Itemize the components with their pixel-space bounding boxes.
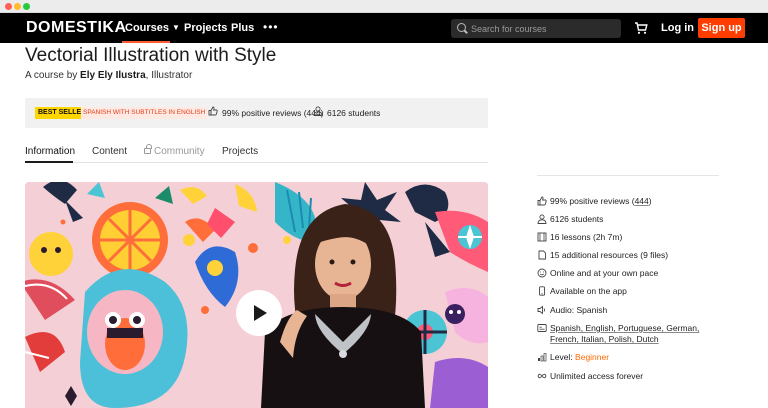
close-window-button[interactable] — [5, 3, 12, 10]
author-link[interactable]: Ely Ely Ilustra — [80, 70, 146, 81]
students-summary: 6126 students — [327, 108, 381, 118]
language-badge-label: SPANISH WITH SUBTITLES IN ENGLISH — [83, 109, 206, 116]
app-availability: Available on the app — [550, 286, 627, 296]
author-role: , Illustrator — [145, 70, 193, 81]
signup-button[interactable]: Sign up — [698, 18, 745, 38]
language-badge: SPANISH WITH SUBTITLES IN ENGLISH — [81, 107, 208, 119]
nav-active-indicator — [122, 41, 170, 43]
lessons-count: 16 lessons (2h 7m) — [550, 232, 623, 242]
nav-plus[interactable]: Plus — [231, 22, 254, 34]
tab-projects[interactable]: Projects — [222, 146, 258, 157]
course-info-bar: BEST SELLER SPANISH WITH SUBTITLES IN EN… — [25, 98, 488, 128]
students-count: 6126 students — [550, 214, 604, 224]
course-tabs: Information Content Community Projects — [25, 144, 488, 163]
course-byline: A course by Ely Ely Ilustra, Illustrator — [25, 70, 192, 81]
level-bars-icon — [538, 353, 547, 362]
top-navbar: DOMESTIKA Courses▼ Projects Plus ••• Log… — [0, 13, 768, 43]
reviews-summary: 99% positive reviews (444) — [222, 108, 324, 118]
thumbs-up-icon — [208, 106, 218, 116]
resources-count: 15 additional resources (9 files) — [550, 250, 669, 260]
domestika-logo[interactable]: DOMESTIKA — [26, 19, 127, 37]
file-icon — [538, 250, 546, 260]
user-icon — [313, 106, 323, 116]
minimize-window-button[interactable] — [14, 3, 21, 10]
play-button[interactable] — [236, 290, 282, 336]
tab-information[interactable]: Information — [25, 146, 75, 163]
search-input[interactable] — [471, 21, 616, 36]
maximize-window-button[interactable] — [23, 3, 30, 10]
reviews-suffix: ) — [648, 196, 652, 206]
level-value: Beginner — [575, 352, 610, 362]
level-prefix: Level: — [550, 352, 576, 362]
thumbs-up-icon — [537, 196, 547, 206]
cart-icon[interactable] — [634, 21, 648, 35]
search-icon — [457, 23, 466, 32]
chevron-down-icon: ▼ — [172, 23, 180, 32]
user-icon — [537, 214, 547, 224]
lock-icon — [144, 144, 152, 154]
subtitles-icon — [537, 324, 547, 332]
tab-community[interactable]: Community — [144, 144, 205, 157]
infinity-icon — [537, 373, 547, 379]
tab-community-label: Community — [154, 146, 205, 157]
online-pace: Online and at your own pace — [550, 268, 659, 278]
film-icon — [537, 232, 547, 242]
subtitle-languages-link[interactable]: Spanish, English, Portuguese, German, Fr… — [550, 323, 720, 345]
access-duration: Unlimited access forever — [550, 371, 644, 381]
course-video[interactable] — [25, 182, 488, 408]
nav-courses-label: Courses — [125, 22, 170, 34]
reviews-prefix: 99% positive reviews ( — [550, 196, 635, 206]
audio-language: Audio: Spanish — [550, 305, 608, 315]
nav-projects[interactable]: Projects — [184, 22, 227, 34]
reviews-count-link[interactable]: 444 — [635, 196, 649, 206]
byline-prefix: A course by — [25, 70, 78, 81]
search-box[interactable] — [451, 19, 621, 38]
nav-courses[interactable]: Courses ▼ — [125, 22, 180, 34]
more-menu-icon[interactable]: ••• — [263, 20, 279, 34]
course-title: Vectorial Illustration with Style — [25, 45, 277, 66]
tab-content[interactable]: Content — [92, 146, 127, 157]
phone-icon — [539, 286, 545, 296]
smile-icon — [537, 268, 547, 278]
sidebar-divider — [537, 175, 719, 176]
login-link[interactable]: Log in — [661, 22, 694, 34]
volume-icon — [537, 305, 545, 315]
window-titlebar — [0, 0, 768, 13]
